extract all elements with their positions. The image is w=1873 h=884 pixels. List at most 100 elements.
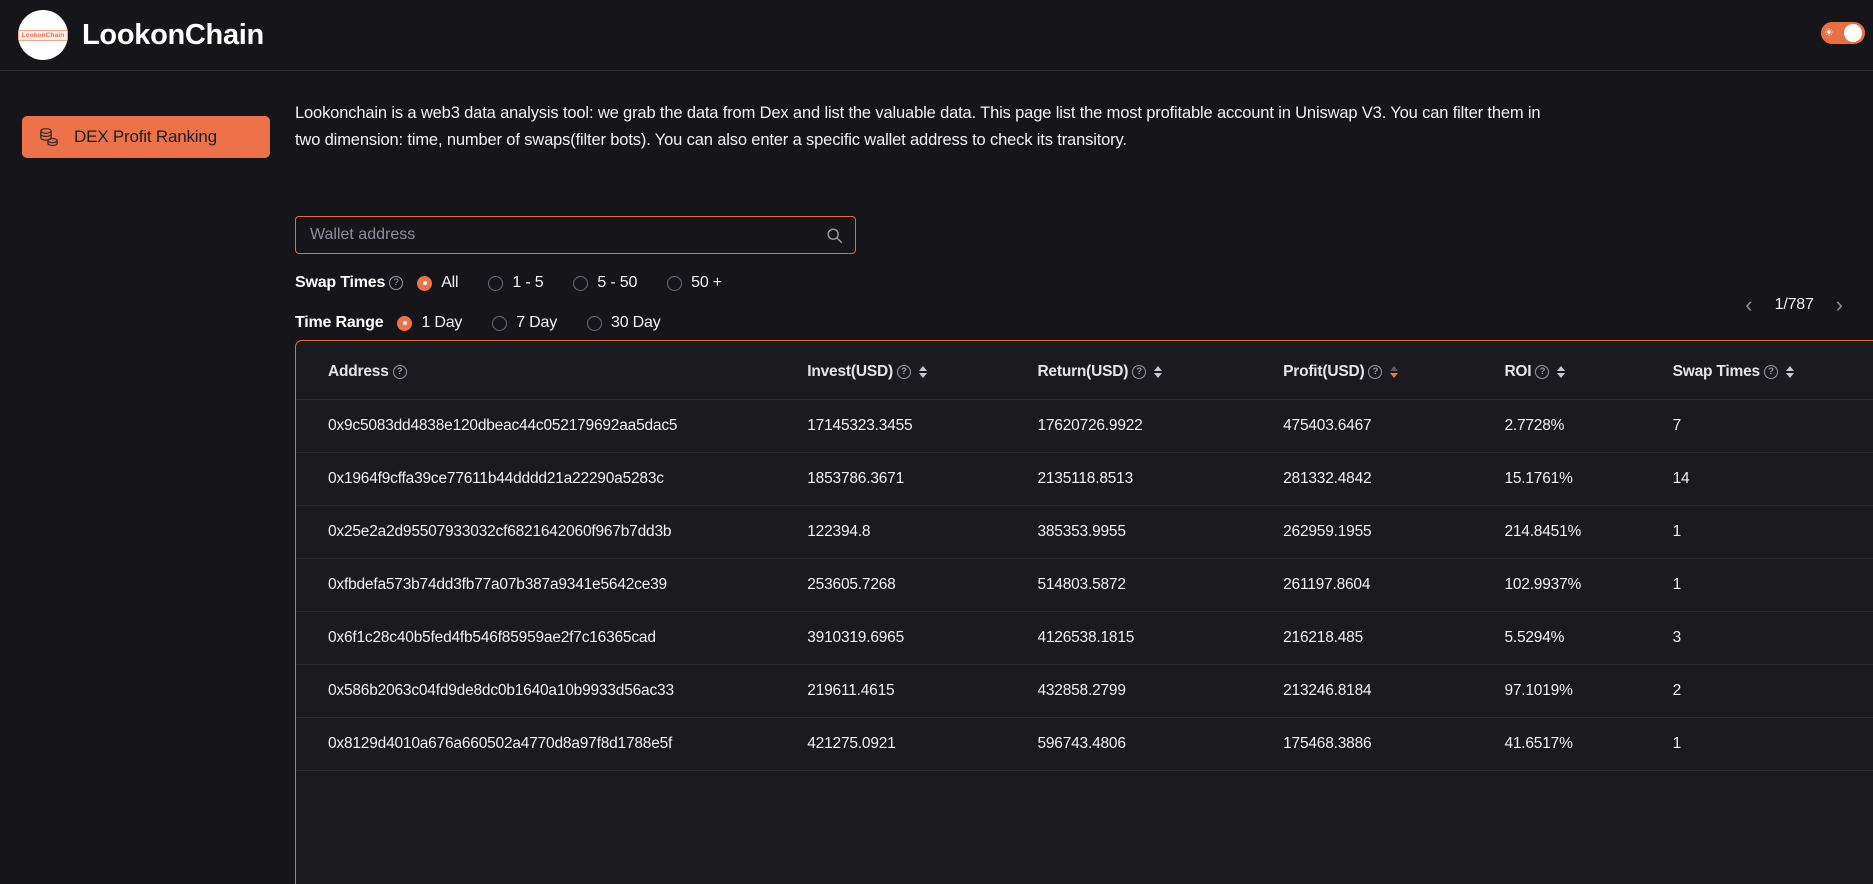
cell-profit: 261197.8604: [1283, 558, 1505, 612]
column-header-profit[interactable]: Profit(USD) ?: [1283, 341, 1505, 400]
cell-invest: 122394.8: [807, 505, 1038, 559]
sort-toggle-invest[interactable]: [918, 366, 927, 378]
cell-swap-times: 3: [1672, 611, 1873, 665]
radio-label: 1 - 5: [512, 274, 544, 291]
table-body: 0x9c5083dd4838e120dbeac44c052179692aa5da…: [296, 399, 1873, 771]
radio-swap-times-50-plus[interactable]: 50 +: [667, 274, 722, 292]
cell-roi: 5.5294%: [1504, 611, 1673, 665]
cell-invest: 1853786.3671: [807, 452, 1038, 506]
table-row[interactable]: 0x9c5083dd4838e120dbeac44c052179692aa5da…: [296, 399, 1873, 453]
cell-roi: 2.7728%: [1504, 399, 1673, 453]
cell-address: 0x8129d4010a676a660502a4770d8a97f8d1788e…: [296, 717, 808, 771]
radio-time-range-30-day[interactable]: 30 Day: [587, 314, 661, 332]
chevron-right-icon[interactable]: ›: [1836, 294, 1843, 316]
table-header: Address ? Invest(USD) ? Return(USD) ? Pr…: [296, 341, 1873, 400]
cell-profit: 475403.6467: [1283, 399, 1505, 453]
sort-desc-arrow-icon: [918, 373, 927, 378]
radio-dot: [488, 275, 504, 291]
cell-invest: 253605.7268: [807, 558, 1038, 612]
column-label: Profit(USD): [1283, 363, 1365, 380]
chevron-left-icon[interactable]: ‹: [1745, 294, 1752, 316]
cell-address: 0x1964f9cffa39ce77611b44dddd21a22290a528…: [296, 452, 808, 506]
help-icon-profit[interactable]: ?: [1368, 365, 1383, 379]
help-icon-invest[interactable]: ?: [896, 365, 911, 379]
sort-desc-arrow-icon: [1557, 373, 1566, 378]
sun-icon: ☀: [1824, 26, 1834, 39]
cell-invest: 17145323.3455: [807, 399, 1038, 453]
search-icon[interactable]: [826, 227, 843, 244]
cell-swap-times: 1: [1672, 717, 1873, 771]
cell-return: 514803.5872: [1037, 558, 1284, 612]
column-header-invest[interactable]: Invest(USD) ?: [807, 341, 1038, 400]
sidebar-item-label: DEX Profit Ranking: [74, 127, 217, 146]
sort-desc-arrow-icon: [1390, 373, 1399, 378]
help-icon-swap-times[interactable]: ?: [1763, 365, 1778, 379]
radio-time-range-1-day[interactable]: 1 Day: [397, 314, 462, 332]
page-description: Lookonchain is a web3 data analysis tool…: [295, 104, 1541, 149]
column-header-swap-times[interactable]: Swap Times ?: [1672, 341, 1873, 400]
sort-toggle-swap-times[interactable]: [1785, 366, 1794, 378]
sort-toggle-return[interactable]: [1154, 366, 1163, 378]
help-icon-roi[interactable]: ?: [1535, 365, 1550, 379]
cell-roi: 102.9937%: [1504, 558, 1673, 612]
cell-profit: 213246.8184: [1283, 664, 1505, 718]
cell-roi: 41.6517%: [1504, 717, 1673, 771]
sort-asc-arrow-icon: [1557, 366, 1566, 371]
column-header-roi[interactable]: ROI ?: [1504, 341, 1673, 400]
cell-profit: 262959.1955: [1283, 505, 1505, 559]
column-header-return[interactable]: Return(USD) ?: [1037, 341, 1284, 400]
sort-asc-arrow-icon: [918, 366, 927, 371]
sidebar-item-dex-profit-ranking[interactable]: DEX Profit Ranking: [22, 116, 270, 158]
radio-swap-times-1-5[interactable]: 1 - 5: [488, 274, 544, 292]
cell-invest: 421275.0921: [807, 717, 1038, 771]
wallet-search-box[interactable]: [295, 216, 856, 254]
theme-toggle[interactable]: ☀: [1821, 22, 1865, 44]
ranking-table: Address ? Invest(USD) ? Return(USD) ? Pr…: [296, 341, 1873, 771]
column-header-address[interactable]: Address ?: [296, 341, 808, 400]
cell-return: 4126538.1815: [1037, 611, 1284, 665]
radio-label: 7 Day: [516, 314, 558, 331]
sort-asc-arrow-icon: [1785, 366, 1794, 371]
cell-invest: 3910319.6965: [807, 611, 1038, 665]
column-label: Invest(USD): [807, 363, 893, 380]
help-icon-swap-times[interactable]: ?: [389, 276, 404, 290]
radio-label: All: [441, 274, 459, 291]
cell-roi: 97.1019%: [1504, 664, 1673, 718]
table-row[interactable]: 0x6f1c28c40b5fed4fb546f85959ae2f7c16365c…: [296, 611, 1873, 665]
sort-toggle-roi[interactable]: [1557, 366, 1566, 378]
search-input[interactable]: [310, 226, 826, 244]
radio-time-range-7-day[interactable]: 7 Day: [492, 314, 557, 332]
cell-address: 0x9c5083dd4838e120dbeac44c052179692aa5da…: [296, 399, 808, 453]
cell-profit: 281332.4842: [1283, 452, 1505, 506]
cell-swap-times: 1: [1672, 558, 1873, 612]
sort-toggle-profit[interactable]: [1390, 366, 1399, 378]
radio-swap-times-5-50[interactable]: 5 - 50: [573, 274, 637, 292]
cell-swap-times: 2: [1672, 664, 1873, 718]
column-label: ROI: [1504, 363, 1532, 380]
table-header-row: Address ? Invest(USD) ? Return(USD) ? Pr…: [296, 341, 1873, 400]
sort-asc-arrow-icon: [1154, 366, 1163, 371]
cell-address: 0xfbdefa573b74dd3fb77a07b387a9341e5642ce…: [296, 558, 808, 612]
column-label: Swap Times: [1672, 363, 1761, 380]
cell-address: 0x586b2063c04fd9de8dc0b1640a10b9933d56ac…: [296, 664, 808, 718]
help-icon-address[interactable]: ?: [392, 365, 407, 379]
app-logo: LookonChain: [17, 10, 69, 60]
table-row[interactable]: 0x586b2063c04fd9de8dc0b1640a10b9933d56ac…: [296, 664, 1873, 718]
table-row[interactable]: 0xfbdefa573b74dd3fb77a07b387a9341e5642ce…: [296, 558, 1873, 612]
table-row[interactable]: 0x25e2a2d95507933032cf6821642060f967b7dd…: [296, 505, 1873, 559]
radio-dot: [573, 275, 589, 291]
radio-dot: [492, 315, 508, 331]
radio-group-time-range: 1 Day 7 Day 30 Day: [397, 314, 661, 332]
filter-label-swap-times: Swap Times: [295, 274, 386, 291]
help-icon-return[interactable]: ?: [1132, 365, 1147, 379]
pagination: ‹ 1/787 ›: [1745, 294, 1843, 316]
radio-swap-times-all[interactable]: All: [417, 274, 459, 292]
sort-asc-arrow-icon: [1390, 366, 1399, 371]
cell-profit: 175468.3886: [1283, 717, 1505, 771]
table-row[interactable]: 0x8129d4010a676a660502a4770d8a97f8d1788e…: [296, 717, 1873, 771]
radio-dot: [667, 275, 683, 291]
table-row[interactable]: 0x1964f9cffa39ce77611b44dddd21a22290a528…: [296, 452, 1873, 506]
radio-group-swap-times: All 1 - 5 5 - 50 50 +: [417, 274, 722, 292]
sort-desc-arrow-icon: [1154, 373, 1163, 378]
cell-return: 385353.9955: [1037, 505, 1284, 559]
